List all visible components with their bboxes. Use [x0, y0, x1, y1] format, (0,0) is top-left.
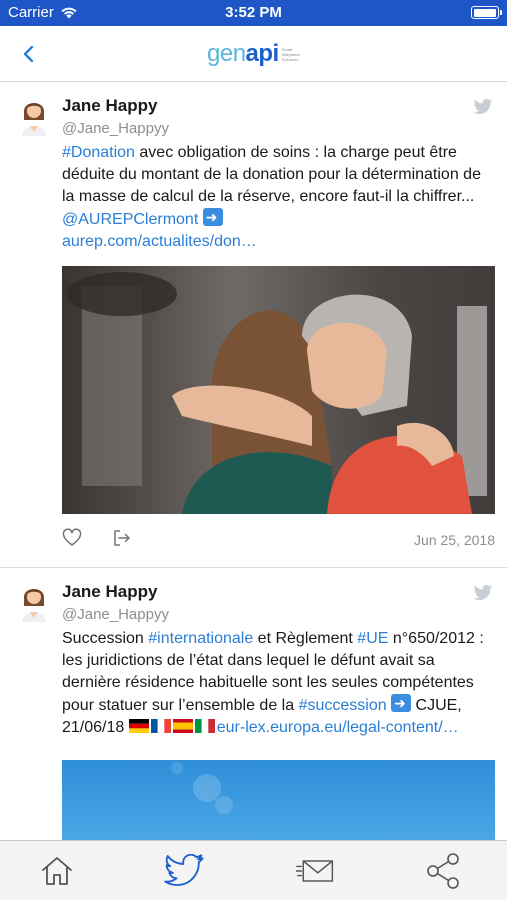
tweet-date: Jun 25, 2018	[414, 532, 495, 548]
tweet-body-part: et Règlement	[253, 630, 358, 647]
tweet-card[interactable]: Jane Happy @Jane_Happyy Succession #inte…	[0, 568, 507, 840]
tweet-author: Jane Happy	[62, 96, 158, 115]
avatar[interactable]	[18, 582, 50, 622]
battery-fill	[473, 8, 496, 17]
genapi-logo: genapi Smart Integrated Solutions	[207, 38, 308, 70]
battery-icon	[471, 6, 502, 19]
mention-link[interactable]: @AUREPClermont	[62, 211, 198, 228]
tab-share[interactable]	[424, 851, 464, 891]
tweet-card[interactable]: Jane Happy @Jane_Happyy #Donation avec o…	[0, 82, 507, 568]
hashtag-link[interactable]: #succession	[299, 697, 387, 714]
tweet-photo[interactable]	[62, 760, 495, 840]
photo-two-women-hugging-icon	[62, 266, 495, 514]
status-bar: Carrier 3:52 PM	[0, 0, 507, 26]
tab-home[interactable]	[37, 851, 77, 891]
flag-france-icon	[150, 719, 171, 733]
arrow-right-icon	[391, 693, 412, 715]
tweet-body-part: Succession	[62, 630, 149, 647]
flag-spain-icon	[172, 719, 193, 733]
status-time: 3:52 PM	[225, 4, 282, 21]
twitter-bird-icon	[473, 584, 493, 600]
photo-blue-sky-icon	[62, 760, 495, 840]
tweet-handle[interactable]: @Jane_Happyy	[62, 120, 169, 137]
tweet-actions: Jun 25, 2018	[62, 528, 495, 554]
logo-tagline: Smart Integrated Solutions	[281, 46, 300, 62]
home-icon	[42, 857, 72, 885]
url-link[interactable]: aurep.com/actualites/don…	[62, 233, 257, 250]
url-link[interactable]: eur-lex.europa.eu/legal-content/…	[217, 719, 459, 736]
logo-wordmark: genapi	[207, 40, 279, 67]
heart-icon[interactable]	[62, 528, 82, 548]
tab-twitter[interactable]	[164, 851, 204, 891]
share-icon	[427, 853, 459, 889]
tab-mail[interactable]	[296, 851, 336, 891]
hashtag-link[interactable]: #UE	[357, 630, 388, 647]
tweet-photo[interactable]	[62, 266, 495, 514]
share-out-icon[interactable]	[112, 528, 132, 548]
hashtag-link[interactable]: #internationale	[148, 630, 253, 647]
chevron-left-icon[interactable]	[18, 40, 42, 68]
avatar[interactable]	[18, 96, 50, 136]
arrow-right-icon	[202, 207, 223, 229]
tweet-feed[interactable]: Jane Happy @Jane_Happyy #Donation avec o…	[0, 82, 507, 840]
flag-germany-icon	[128, 719, 149, 733]
mail-icon	[296, 860, 334, 882]
tweet-author: Jane Happy	[62, 582, 158, 601]
nav-bar: genapi Smart Integrated Solutions	[0, 26, 507, 82]
flag-italy-icon	[194, 719, 215, 733]
hashtag-link[interactable]: #Donation	[62, 144, 135, 161]
tab-bar	[0, 840, 507, 900]
twitter-icon	[164, 854, 204, 886]
tweet-text: Succession #internationale et Règlement …	[62, 628, 492, 739]
tweet-text: #Donation avec obligation de soins : la …	[62, 142, 492, 253]
twitter-bird-icon	[473, 98, 493, 114]
tweet-handle[interactable]: @Jane_Happyy	[62, 606, 169, 623]
